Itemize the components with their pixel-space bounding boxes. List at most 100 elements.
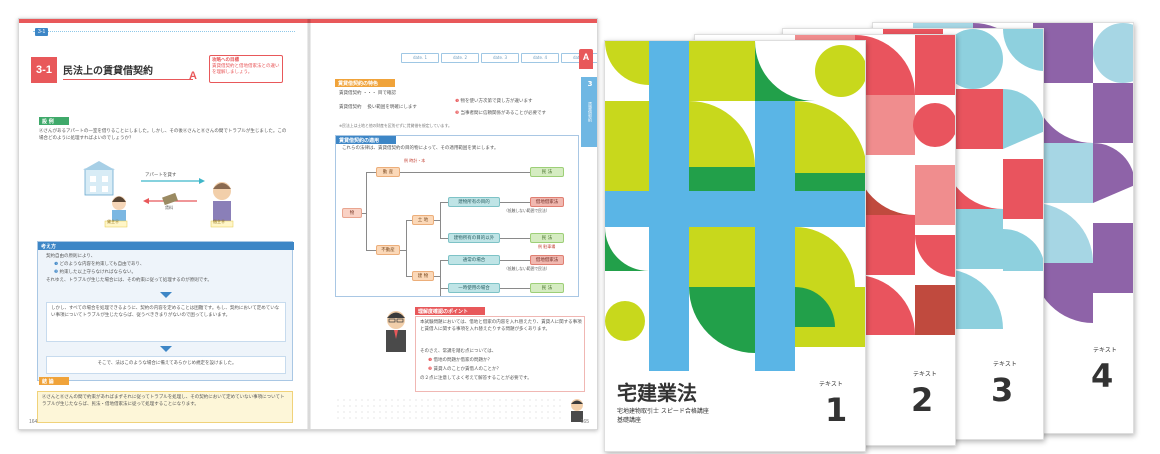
date-tab: date. 1: [401, 53, 439, 63]
tree-connector: [366, 172, 367, 250]
point-q1: ❶ 借地の問題か借家の問題か？: [428, 358, 492, 363]
study-date-tabs: date. 1 date. 2 date. 3 date. 4 date. 5: [401, 53, 597, 63]
cover-title: 宅建業法: [617, 381, 697, 405]
tree-node-1: 建物所有の目的: [448, 197, 500, 207]
notes-dot-grid: [335, 397, 565, 423]
tree-connector: [500, 238, 530, 239]
tree-law-civil2: 民 法: [530, 233, 564, 243]
point-q2: ❷ 賃貸人のことか賃借人のことか？: [428, 367, 501, 372]
think-li2: ❷ 約束した以上守らなければならない。: [54, 270, 136, 275]
think-p1: 契約自由の原則により、: [46, 254, 96, 259]
section-number: 3-1: [31, 57, 57, 83]
rank-badge: A: [579, 49, 593, 69]
side-tab-text: 賃貸借契約: [588, 102, 593, 122]
tree-connector: [440, 238, 448, 239]
point-box: 本試験問題においては、借地と借家の内容を入れ替えたり、賃貸人に関する事項と賃借人…: [415, 316, 585, 392]
case-text: Ⓐさんがあるアパートの一室を借りることにしました。しかし、その後ⒶさんとⒷさんの…: [39, 129, 287, 141]
think-panel: しかし、すべての場合を処理できるように、契約の内容を定めることは困難です。もし、…: [46, 302, 286, 342]
right-page: date. 1 date. 2 date. 3 date. 4 date. 5 …: [309, 19, 597, 429]
lecturer-illustration: [381, 309, 411, 353]
think-li1: ❶ どのような内容を約束しても自由であり、: [54, 262, 145, 267]
tree-connector: [366, 250, 376, 251]
tree-law-civil: 民 法: [530, 167, 564, 177]
down-arrow: [160, 346, 172, 352]
cover-number: 2: [911, 381, 934, 419]
cover-number: 4: [1091, 357, 1114, 395]
cover-series: テキスト: [913, 371, 937, 378]
cover-series: テキスト: [819, 381, 843, 388]
tree-immovable: 不動産: [376, 245, 400, 255]
cover-number: 3: [991, 371, 1014, 409]
tree-note1: （抵触しない範囲で民法）: [504, 208, 550, 213]
rbox2-intro: これらの法律は、賃貸借契約の目的物によって、その適用範囲を異にします。: [342, 146, 499, 151]
rbox2-header: 賃貸借契約の適用: [336, 136, 396, 144]
tree-connector: [500, 202, 530, 203]
cover-subtitle: 宅地建物取引士 スピード合格講座: [617, 408, 709, 415]
header-rule: [33, 31, 295, 32]
rbox1-line2: 賃貸借契約 扱い範囲を明確にします: [339, 105, 417, 110]
tree-connector: [440, 202, 448, 203]
section-title-rule: [63, 79, 193, 80]
left-page: 3-1 3-1 民法上の賃貸借契約 A 攻略への目標 賃貸借契約と借地借家法との…: [19, 19, 309, 429]
apartment-illustration: [83, 161, 234, 228]
date-tab: date. 4: [521, 53, 559, 63]
page-number-right: 165: [580, 419, 589, 425]
tree-root: 物: [342, 208, 362, 218]
think-p2: それゆえ、トラブルが生じた場合には、その約束に従って処理するのが原則です。: [46, 278, 212, 283]
rbox1-bullet2: ❷ 当事者間に信頼関係があることが必要です: [455, 111, 546, 116]
tree-ex-parking: 例 駐車場: [538, 244, 556, 249]
tree-note2: （抵触しない範囲で民法）: [504, 266, 550, 271]
header-chip: 3-1: [35, 28, 49, 36]
tree-connector: [440, 288, 448, 289]
tenant-label: 貸主Ⓐ: [107, 219, 119, 224]
tree-node-2: 建物所有の目的以外: [448, 233, 500, 243]
think-header: 考え方: [38, 242, 294, 250]
case-illustration: アパートを貸す 賃料 貸主Ⓐ 借主Ⓑ: [79, 161, 259, 229]
down-arrow: [160, 292, 172, 298]
goal-text: 賃貸借契約と借地借家法との違いを理解しましょう。: [212, 63, 280, 75]
cover-number: 1: [825, 391, 848, 429]
tree-connector: [406, 220, 407, 276]
conclusion-box: ⒶさんとⒷさんの間で約束があればまずそれに従ってトラブルを処理し、その契約におい…: [37, 391, 293, 423]
tree-node-3: 通常の場合: [448, 255, 500, 265]
application-tree-box: 賃貸借契約の適用 これらの法律は、賃貸借契約の目的物によって、その適用範囲を異に…: [335, 135, 579, 297]
date-tab: date. 2: [441, 53, 479, 63]
point-header: 理解度確認のポイント: [415, 307, 485, 315]
page-number-left: 164: [29, 419, 38, 425]
conclusion-text: ⒶさんとⒷさんの間で約束があればまずそれに従ってトラブルを処理し、その契約におい…: [42, 395, 285, 407]
side-tab-number: 3: [587, 80, 593, 88]
tree-connector: [440, 260, 448, 261]
cover-course: 基礎講座: [617, 417, 642, 424]
rbox1-header: 賃貸借契約の特色: [335, 79, 395, 87]
section-title: 民法上の賃貸借契約: [63, 66, 153, 77]
tree-node-4: 一時使用の場合: [448, 283, 500, 293]
tree-connector: [434, 276, 440, 277]
tree-connector: [440, 202, 441, 238]
rbox1-bullet1: ❶ 物を使い方次第で貸し方が違います: [455, 99, 533, 104]
tree-law-special2: 借地借家法: [530, 255, 564, 265]
tree-connector: [434, 220, 440, 221]
landlord-label: 借主Ⓑ: [213, 219, 225, 224]
tree-building: 建 物: [412, 271, 434, 281]
tree-connector: [366, 172, 376, 173]
point-end: の２点に注意してよく考えて解答することが必要です。: [420, 376, 532, 381]
tree-law-special1: 借地借家法: [530, 197, 564, 207]
tree-connector: [440, 260, 441, 296]
tree-law-civil3: 民 法: [530, 283, 564, 293]
illus-caption: アパートを貸す: [145, 173, 177, 178]
textbook-spread: 3-1 3-1 民法上の賃貸借契約 A 攻略への目標 賃貸借契約と借地借家法との…: [18, 18, 598, 430]
think-p3: しかし、すべての場合を処理できるように、契約の内容を定めることは困難です。もし、…: [51, 306, 280, 318]
tree-connector: [362, 213, 366, 214]
conclusion-header: 結 論: [39, 377, 69, 385]
tree-connector: [400, 172, 530, 173]
tree-ex-movable: 例 時計・本: [404, 158, 426, 163]
think-box: 考え方 契約自由の原則により、 ❶ どのような内容を約束しても自由であり、 ❷ …: [37, 241, 294, 381]
rbox1-line1: 賃貸借契約 ・・・ 目で確認: [339, 91, 396, 96]
tree-land: 土 地: [412, 215, 434, 225]
think-p4: そこで、法はこのような場合に備えてあらかじめ規定を設けました。: [97, 361, 237, 366]
tree-connector: [500, 288, 530, 289]
importance-mark: A: [189, 70, 197, 82]
date-tab: date. 3: [481, 53, 519, 63]
tree-connector: [500, 260, 530, 261]
tree-movable: 動 産: [376, 167, 400, 177]
